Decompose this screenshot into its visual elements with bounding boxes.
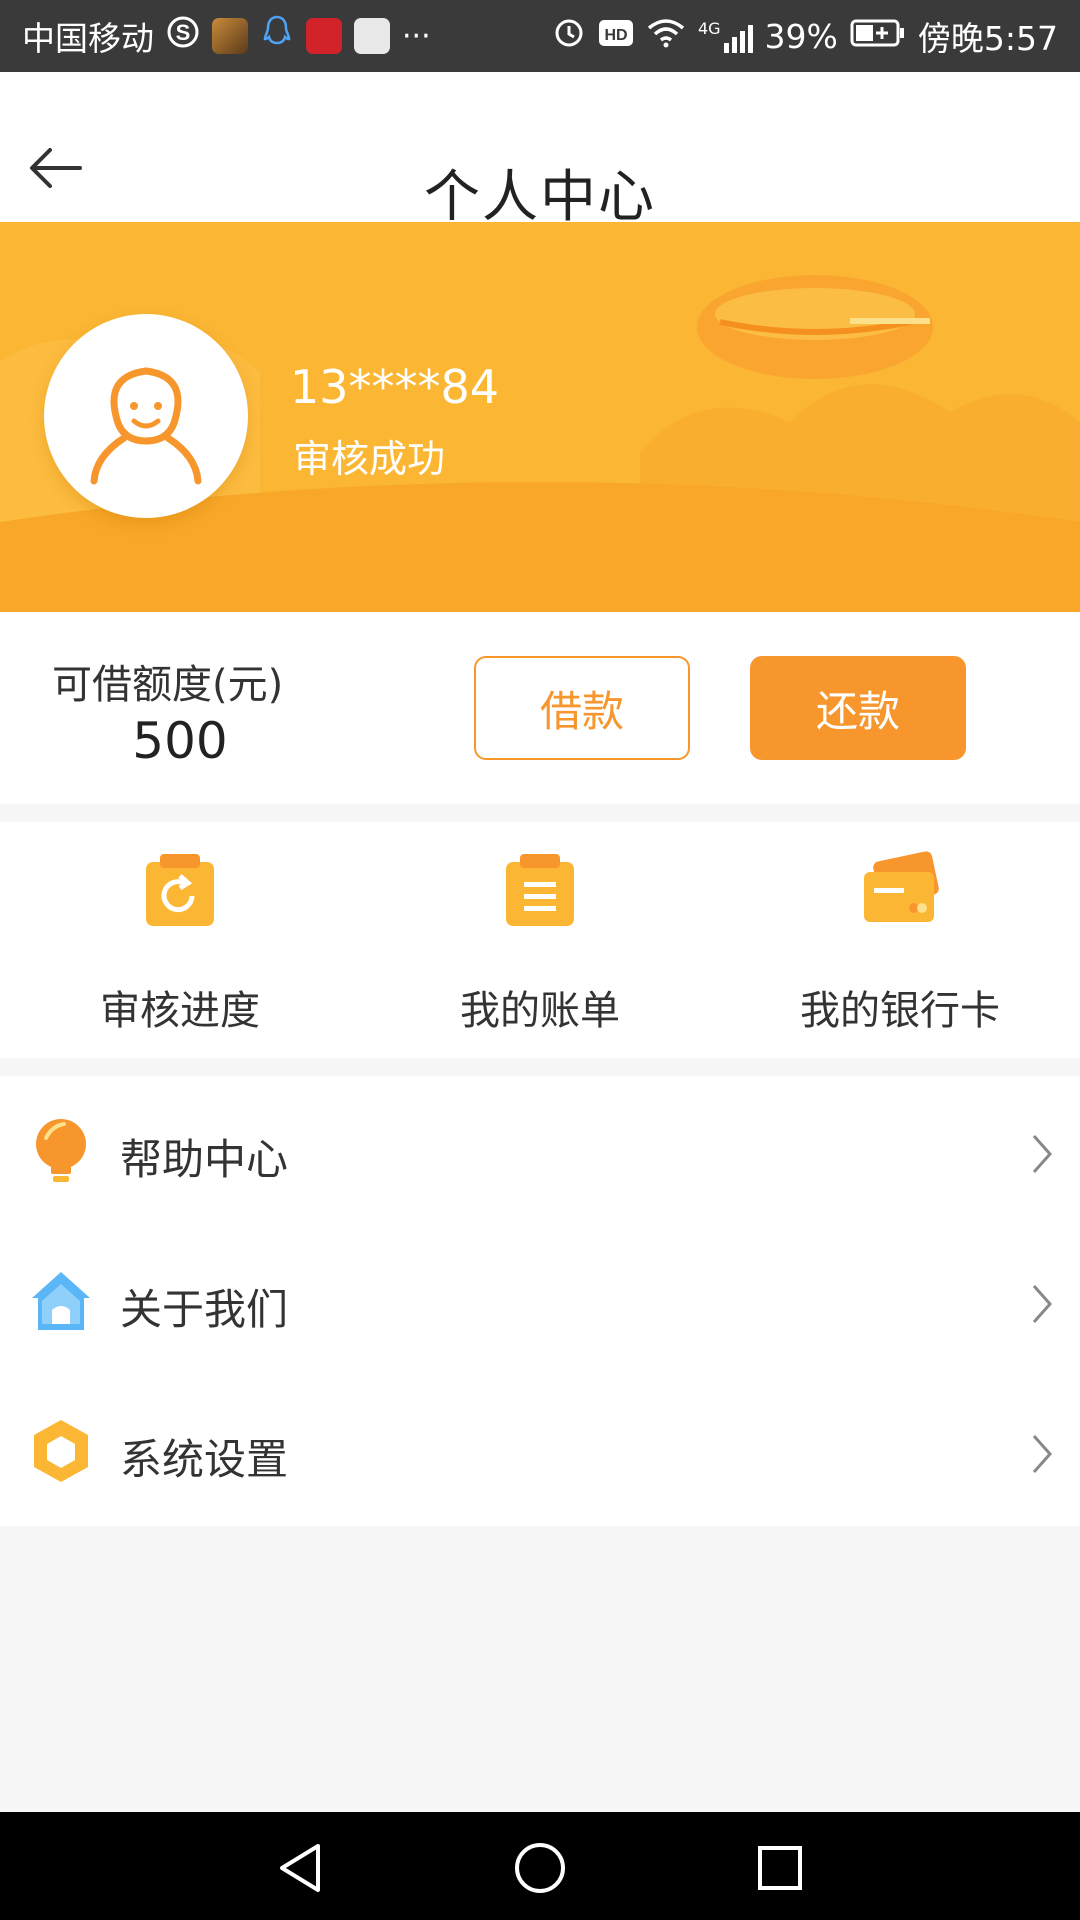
menu-list: 帮助中心 关于我们 系统设置 (0, 1076, 1080, 1526)
status-bar-left: 中国移动 S ··· (22, 12, 431, 60)
alarm-icon (552, 15, 586, 57)
shortcut-review-progress[interactable]: 审核进度 (0, 822, 360, 1058)
bank-card-icon (864, 851, 939, 922)
svg-text:S: S (176, 20, 191, 45)
nav-back-icon[interactable] (270, 1838, 330, 1898)
shortcut-my-bill[interactable]: 我的账单 (360, 822, 720, 1058)
settings-hexagon-icon (34, 1420, 88, 1482)
wifi-icon (646, 16, 686, 56)
lightbulb-icon (36, 1119, 86, 1182)
hd-icon: HD (598, 17, 634, 56)
status-bar: 中国移动 S ··· HD 4G 39% 傍晚5:57 (0, 0, 1080, 72)
repay-button[interactable]: 还款 (750, 656, 966, 760)
shortcut-label: 我的账单 (460, 988, 620, 1034)
bill-icon (506, 854, 574, 926)
menu-item-label: 关于我们 (120, 1285, 289, 1334)
more-icon: ··· (402, 18, 431, 54)
chevron-right-icon (1032, 1285, 1053, 1323)
weibo-icon (306, 18, 342, 54)
menu-item-help-center[interactable]: 帮助中心 (0, 1076, 1080, 1226)
battery-icon (850, 17, 906, 56)
user-phone: 13****84 (290, 360, 500, 414)
review-progress-icon (146, 854, 214, 926)
nav-recents-icon[interactable] (750, 1838, 810, 1898)
battery-percent: 39% (764, 16, 838, 56)
shortcut-grid: 审核进度 我的账单 我的银行卡 (0, 822, 1080, 1058)
home-icon (32, 1272, 90, 1330)
svg-text:HD: HD (604, 27, 627, 44)
airship-icon (697, 275, 933, 379)
page-title: 个人中心 (424, 165, 656, 230)
shortcut-bank-card[interactable]: 我的银行卡 (720, 822, 1080, 1058)
video-icon (354, 18, 390, 54)
chevron-right-icon (1032, 1435, 1053, 1473)
menu-item-label: 系统设置 (120, 1435, 289, 1484)
nav-home-icon[interactable] (510, 1838, 570, 1898)
menu-item-about-us[interactable]: 关于我们 (0, 1226, 1080, 1376)
credit-label: 可借额度(元) (52, 662, 284, 708)
shortcut-label: 审核进度 (100, 988, 260, 1034)
carrier-label: 中国移动 (22, 19, 154, 58)
audit-status: 审核成功 (293, 437, 446, 481)
shortcut-label: 我的银行卡 (800, 988, 1000, 1034)
game-icon (212, 18, 248, 54)
menu-item-system-settings[interactable]: 系统设置 (0, 1376, 1080, 1526)
sogou-icon: S (166, 15, 200, 57)
borrow-button[interactable]: 借款 (474, 656, 690, 760)
page-header: 个人中心 (0, 72, 1080, 230)
credit-panel: 可借额度(元) 500 借款 还款 (0, 612, 1080, 804)
user-avatar-icon (90, 367, 202, 485)
network-label: 4G (697, 19, 721, 38)
qq-icon (260, 14, 294, 58)
status-bar-right: HD 4G 39% 傍晚5:57 (552, 12, 1058, 60)
chevron-right-icon (1032, 1135, 1053, 1173)
menu-item-label: 帮助中心 (120, 1135, 289, 1184)
credit-amount: 500 (132, 712, 228, 770)
avatar[interactable] (44, 314, 248, 518)
clock: 傍晚5:57 (917, 19, 1058, 58)
system-nav-bar (0, 1812, 1080, 1920)
signal-icon: 4G (698, 19, 753, 53)
